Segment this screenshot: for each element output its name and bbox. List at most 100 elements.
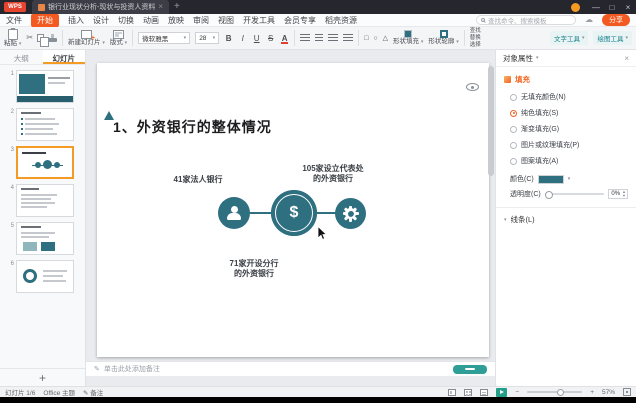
panel-close-icon[interactable]: × <box>624 54 629 63</box>
radio-icon[interactable] <box>510 158 517 165</box>
stepper-arrows-icon[interactable]: ▲▼ <box>622 190 627 198</box>
layout-button[interactable]: 版式 ▾ <box>110 30 127 47</box>
find-button[interactable]: 查找 <box>470 28 481 34</box>
menu-animations[interactable]: 动画 <box>143 15 159 26</box>
align-center-icon[interactable] <box>315 34 323 42</box>
zoom-slider[interactable] <box>527 391 582 393</box>
dollar-circle-shape[interactable]: $ <box>271 190 317 236</box>
menu-home[interactable]: 开始 <box>31 14 59 27</box>
menu-slideshow[interactable]: 放映 <box>168 15 184 26</box>
menu-devtools[interactable]: 开发工具 <box>243 15 275 26</box>
reading-view-icon[interactable] <box>480 389 488 396</box>
fill-section-header[interactable]: 填充 <box>496 67 636 89</box>
insert-rectangle-icon[interactable]: □ <box>364 35 368 42</box>
slide-thumbnail-3-selected[interactable] <box>16 146 74 179</box>
draw-tool-tab[interactable]: 绘图工具▾ <box>593 31 632 45</box>
slideshow-play-button[interactable] <box>496 388 507 397</box>
scrollbar-thumb[interactable] <box>488 66 494 176</box>
text-tool-tab[interactable]: 文字工具▾ <box>550 31 589 45</box>
menu-member[interactable]: 会员专享 <box>284 15 316 26</box>
color-dropdown[interactable] <box>538 175 564 184</box>
slide-title-textbox[interactable]: 1、外资银行的整体情况 <box>113 117 272 137</box>
command-search-box[interactable]: 查找命令、搜索模板 <box>476 15 576 25</box>
connector-line-left[interactable] <box>250 212 272 214</box>
document-tab[interactable]: 银行业现状分析-现状与投资人资料 × <box>32 0 169 14</box>
underline-button[interactable]: U <box>252 34 261 43</box>
paste-button[interactable]: 粘贴 ▾ <box>4 29 21 48</box>
menu-insert[interactable]: 插入 <box>68 15 84 26</box>
slide-thumbnail-2[interactable] <box>16 108 74 141</box>
wps-logo[interactable]: WPS <box>4 2 26 12</box>
slide-sorter-view-icon[interactable] <box>464 389 472 396</box>
fill-option-pattern[interactable]: 图案填充(A) <box>496 153 636 169</box>
insert-ellipse-icon[interactable]: ○ <box>373 35 377 42</box>
menu-transitions[interactable]: 切换 <box>118 15 134 26</box>
zoom-in-icon[interactable]: + <box>590 389 594 396</box>
notes-bar[interactable]: ✎ 单击此处添加备注 <box>86 361 495 376</box>
radio-icon[interactable] <box>510 142 517 149</box>
bold-button[interactable]: B <box>224 34 233 43</box>
slide-thumbnail-4[interactable] <box>16 184 74 217</box>
align-right-icon[interactable] <box>328 34 338 42</box>
font-color-button[interactable]: A <box>280 34 289 43</box>
insert-triangle-icon[interactable]: △ <box>383 34 388 42</box>
radio-icon[interactable] <box>510 94 517 101</box>
fill-option-none[interactable]: 无填充颜色(N) <box>496 89 636 105</box>
vertical-scrollbar[interactable] <box>488 64 494 350</box>
copy-icon[interactable] <box>37 34 44 42</box>
font-size-select[interactable]: 28 ▾ <box>195 32 219 44</box>
maximize-button[interactable]: □ <box>604 0 620 14</box>
fill-option-gradient[interactable]: 渐变填充(G) <box>496 121 636 137</box>
tab-outline[interactable]: 大纲 <box>0 50 43 64</box>
menu-docer[interactable]: 稻壳资源 <box>325 15 357 26</box>
align-left-icon[interactable] <box>300 34 310 42</box>
replace-button[interactable]: 替换 <box>470 35 481 41</box>
chevron-down-icon[interactable]: ▾ <box>568 176 571 182</box>
menu-file[interactable]: 文件 <box>6 15 22 26</box>
notes-toggle[interactable]: ✎ 备注 <box>83 387 103 397</box>
label-rep-offices[interactable]: 105家设立代表处 的外资银行 <box>285 164 381 185</box>
slide-thumbnail-1[interactable] <box>16 70 74 103</box>
fill-option-picture[interactable]: 图片或纹理填充(P) <box>496 137 636 153</box>
menu-design[interactable]: 设计 <box>93 15 109 26</box>
label-branches[interactable]: 71家开设分行 的外资银行 <box>209 259 299 280</box>
notes-toggle-button[interactable] <box>453 365 487 374</box>
fit-to-window-icon[interactable] <box>623 388 631 396</box>
user-avatar[interactable] <box>571 3 580 12</box>
slide-canvas[interactable]: 1、外资银行的整体情况 41家法人银行 105家设立代表处 的外资银行 71家开… <box>97 63 489 357</box>
new-tab-button[interactable]: + <box>174 2 180 12</box>
cut-icon[interactable]: ✂ <box>26 34 33 42</box>
radio-icon[interactable] <box>510 126 517 133</box>
connector-line-right[interactable] <box>315 212 337 214</box>
line-spacing-icon[interactable] <box>343 34 353 42</box>
chevron-down-icon[interactable]: ▾ <box>536 55 539 61</box>
minimize-button[interactable]: — <box>588 0 604 14</box>
share-button[interactable]: 分享 <box>602 14 630 26</box>
tab-slides[interactable]: 幻灯片 <box>43 50 86 64</box>
transparency-slider[interactable] <box>545 193 605 195</box>
strikethrough-button[interactable]: S <box>266 34 275 43</box>
slide-thumbnail-5[interactable] <box>16 222 74 255</box>
label-corporate-banks[interactable]: 41家法人银行 <box>153 175 243 185</box>
zoom-out-icon[interactable]: − <box>515 389 519 396</box>
menu-review[interactable]: 审阅 <box>193 15 209 26</box>
fill-option-solid[interactable]: 纯色填充(S) <box>496 105 636 121</box>
tab-close-icon[interactable]: × <box>158 3 163 11</box>
person-circle-shape[interactable] <box>218 197 250 229</box>
shape-fill-button[interactable]: 形状填充 ▾ <box>393 30 423 46</box>
slide-thumbnail-6[interactable] <box>16 260 74 293</box>
font-name-select[interactable]: 微软雅黑 ▾ <box>138 32 190 44</box>
transparency-stepper[interactable]: 0% ▲▼ <box>608 189 628 199</box>
select-button[interactable]: 选择 <box>470 42 481 48</box>
close-button[interactable]: × <box>620 0 636 14</box>
zoom-percent[interactable]: 57% <box>602 389 615 396</box>
italic-button[interactable]: I <box>238 34 247 43</box>
add-slide-button[interactable]: + <box>0 368 85 386</box>
cloud-sync-icon[interactable]: ☁ <box>585 16 593 24</box>
menu-view[interactable]: 视图 <box>218 15 234 26</box>
line-section-header[interactable]: ▾ 线条(L) <box>496 208 636 231</box>
format-painter-icon[interactable] <box>48 38 57 42</box>
gear-circle-shape[interactable] <box>335 198 366 229</box>
normal-view-icon[interactable] <box>448 389 456 396</box>
radio-selected-icon[interactable] <box>510 110 517 117</box>
